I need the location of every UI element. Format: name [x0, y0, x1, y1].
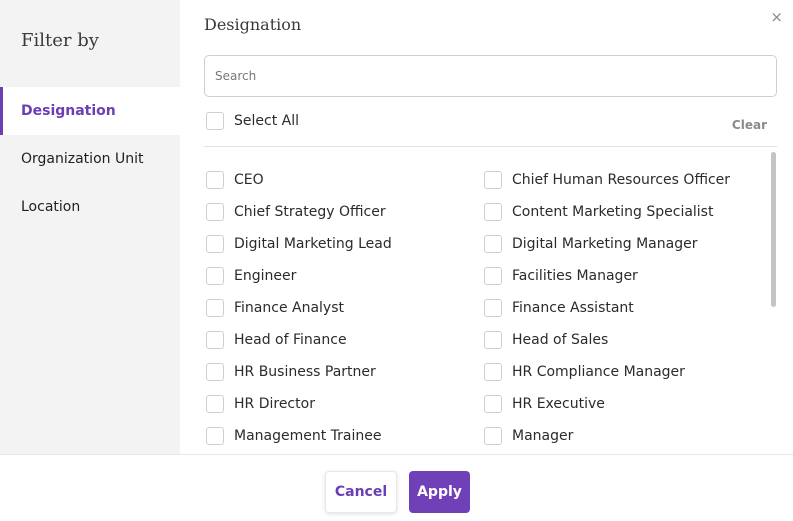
option-checkbox[interactable] [484, 427, 502, 445]
option-checkbox[interactable] [484, 171, 502, 189]
clear-button[interactable]: Clear [732, 118, 767, 132]
option-checkbox[interactable] [484, 363, 502, 381]
options-scrollbar[interactable] [771, 152, 776, 454]
option-checkbox[interactable] [484, 267, 502, 285]
select-all-label: Select All [234, 113, 299, 129]
option-item[interactable]: Chief Human Resources Officer [484, 164, 762, 196]
option-item[interactable]: CEO [206, 164, 484, 196]
sidebar-item-location[interactable]: Location [0, 183, 180, 231]
option-item[interactable]: HR Director [206, 388, 484, 420]
option-checkbox[interactable] [484, 331, 502, 349]
option-checkbox[interactable] [484, 299, 502, 317]
cancel-button[interactable]: Cancel [325, 471, 397, 513]
option-checkbox[interactable] [206, 171, 224, 189]
option-label: Content Marketing Specialist [512, 204, 714, 220]
option-label: Facilities Manager [512, 268, 638, 284]
option-checkbox[interactable] [206, 235, 224, 253]
option-label: HR Executive [512, 396, 605, 412]
option-item[interactable]: Digital Marketing Manager [484, 228, 762, 260]
option-label: HR Business Partner [234, 364, 376, 380]
option-item[interactable]: Chief Strategy Officer [206, 196, 484, 228]
option-item[interactable]: HR Business Partner [206, 356, 484, 388]
option-checkbox[interactable] [206, 363, 224, 381]
designation-options: CEO Chief Human Resources Officer Chief … [206, 164, 766, 454]
option-item[interactable]: Manager [484, 420, 762, 452]
option-item[interactable]: Finance Analyst [206, 292, 484, 324]
select-all-row[interactable]: Select All [206, 112, 299, 130]
option-item[interactable]: HR Compliance Manager [484, 356, 762, 388]
divider [204, 146, 777, 147]
option-label: Digital Marketing Lead [234, 236, 392, 252]
close-icon[interactable]: × [770, 8, 783, 26]
option-item[interactable]: Content Marketing Specialist [484, 196, 762, 228]
option-label: CEO [234, 172, 264, 188]
option-checkbox[interactable] [206, 395, 224, 413]
option-label: Finance Assistant [512, 300, 634, 316]
option-item[interactable]: Finance Assistant [484, 292, 762, 324]
search-input[interactable] [204, 55, 777, 97]
option-label: Manager [512, 428, 574, 444]
sidebar-item-organization-unit[interactable]: Organization Unit [0, 135, 180, 183]
option-label: Chief Strategy Officer [234, 204, 386, 220]
option-checkbox[interactable] [484, 395, 502, 413]
sidebar-title: Filter by [21, 30, 99, 51]
option-item[interactable]: Digital Marketing Lead [206, 228, 484, 260]
filter-sidebar: Filter by Designation Organization Unit … [0, 0, 180, 454]
option-item[interactable]: Engineer [206, 260, 484, 292]
option-label: HR Director [234, 396, 315, 412]
apply-button[interactable]: Apply [409, 471, 470, 513]
select-all-checkbox[interactable] [206, 112, 224, 130]
option-item[interactable]: Head of Finance [206, 324, 484, 356]
filter-panel: × Designation Select All Clear CEO Chief… [180, 0, 793, 454]
option-item[interactable]: HR Executive [484, 388, 762, 420]
option-label: Digital Marketing Manager [512, 236, 698, 252]
option-item[interactable]: Facilities Manager [484, 260, 762, 292]
section-title: Designation [204, 15, 302, 34]
option-label: Chief Human Resources Officer [512, 172, 731, 188]
option-checkbox[interactable] [484, 203, 502, 221]
option-checkbox[interactable] [206, 331, 224, 349]
dialog-footer: Cancel Apply [0, 454, 793, 521]
option-label: HR Compliance Manager [512, 364, 685, 380]
scrollbar-thumb[interactable] [771, 152, 776, 307]
option-label: Engineer [234, 268, 297, 284]
option-item[interactable]: Management Trainee [206, 420, 484, 452]
option-checkbox[interactable] [206, 427, 224, 445]
sidebar-item-designation[interactable]: Designation [0, 87, 180, 135]
option-label: Head of Finance [234, 332, 347, 348]
option-label: Head of Sales [512, 332, 609, 348]
option-label: Management Trainee [234, 428, 382, 444]
option-checkbox[interactable] [484, 235, 502, 253]
option-checkbox[interactable] [206, 299, 224, 317]
filter-category-nav: Designation Organization Unit Location [0, 87, 180, 231]
option-checkbox[interactable] [206, 267, 224, 285]
option-checkbox[interactable] [206, 203, 224, 221]
option-item[interactable]: Head of Sales [484, 324, 762, 356]
option-label: Finance Analyst [234, 300, 344, 316]
